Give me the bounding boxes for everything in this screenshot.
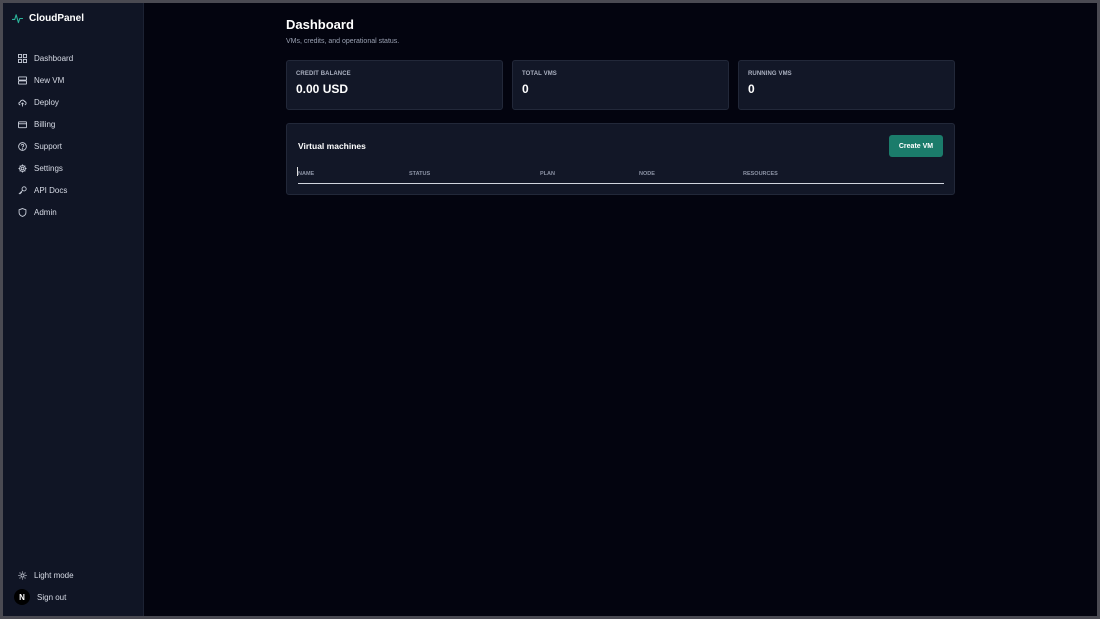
credit-card-icon [18, 120, 27, 128]
sidebar-item-label: Dashboard [34, 53, 74, 63]
page-subtitle: VMs, credits, and operational status. [286, 38, 400, 45]
sidebar-item-settings[interactable]: Settings [3, 157, 143, 179]
main-content: Dashboard VMs, credits, and operational … [144, 3, 1097, 616]
stat-label: TOTAL VMS [522, 71, 557, 77]
avatar[interactable]: N [14, 589, 30, 605]
sidebar-item-label: Settings [34, 163, 63, 173]
sidebar-item-new-vm[interactable]: New VM [3, 69, 143, 91]
column-header-status[interactable]: STATUS [409, 171, 430, 177]
grid-icon [18, 53, 27, 63]
sidebar-item-label: API Docs [34, 185, 68, 195]
sidebar-item-dashboard[interactable]: Dashboard [3, 47, 143, 69]
sidebar-footer: Light mode N Sign out [3, 564, 143, 608]
stat-label: RUNNING VMS [748, 71, 792, 77]
stat-value: 0 [748, 82, 755, 96]
credit-balance-card: CREDIT BALANCE 0.00 USD [286, 60, 503, 110]
sidebar-item-api-docs[interactable]: API Docs [3, 179, 143, 201]
column-header-resources[interactable]: RESOURCES [743, 171, 778, 177]
create-vm-button[interactable]: Create VM [889, 135, 943, 157]
page-title: Dashboard [286, 17, 354, 32]
column-header-node[interactable]: NODE [639, 171, 655, 177]
server-icon [18, 75, 27, 85]
sidebar-item-label: Support [34, 141, 63, 151]
gear-icon [18, 164, 27, 172]
cloud-upload-icon [18, 99, 27, 107]
sidebar: CloudPanel Dashboard New VM Deploy Billi… [3, 3, 144, 616]
running-vms-card: RUNNING VMS 0 [738, 60, 955, 110]
sidebar-item-billing[interactable]: Billing [3, 113, 143, 135]
app-window: CloudPanel Dashboard New VM Deploy Billi… [3, 3, 1097, 616]
help-circle-icon [18, 141, 27, 151]
light-mode-label: Light mode [34, 570, 74, 580]
sidebar-item-deploy[interactable]: Deploy [3, 91, 143, 113]
sidebar-item-label: New VM [34, 75, 65, 85]
shield-icon [18, 207, 27, 217]
panel-title: Virtual machines [298, 141, 366, 151]
light-mode-toggle[interactable]: Light mode [3, 564, 143, 586]
stat-label: CREDIT BALANCE [296, 71, 351, 77]
sign-out-button[interactable]: N Sign out [3, 586, 143, 608]
stat-value: 0.00 USD [296, 82, 349, 96]
brand-name: CloudPanel [29, 13, 85, 24]
sidebar-nav: Dashboard New VM Deploy Billing Support … [3, 47, 143, 223]
sidebar-item-label: Admin [34, 207, 57, 217]
activity-pulse-icon [12, 14, 23, 24]
sun-icon [18, 570, 27, 580]
total-vms-card: TOTAL VMS 0 [512, 60, 729, 110]
stat-value: 0 [522, 82, 529, 96]
sidebar-item-label: Deploy [34, 97, 59, 107]
brand[interactable]: CloudPanel [12, 13, 84, 24]
column-header-plan[interactable]: PLAN [540, 171, 555, 177]
key-icon [18, 185, 27, 194]
virtual-machines-panel: Virtual machines Create VM NAME STATUS P… [286, 123, 955, 195]
sidebar-item-support[interactable]: Support [3, 135, 143, 157]
vm-table-header: NAME STATUS PLAN NODE RESOURCES [297, 167, 944, 184]
column-header-name[interactable]: NAME [298, 171, 314, 177]
sidebar-item-admin[interactable]: Admin [3, 201, 143, 223]
sign-out-label: Sign out [37, 592, 67, 602]
sidebar-item-label: Billing [34, 119, 56, 129]
